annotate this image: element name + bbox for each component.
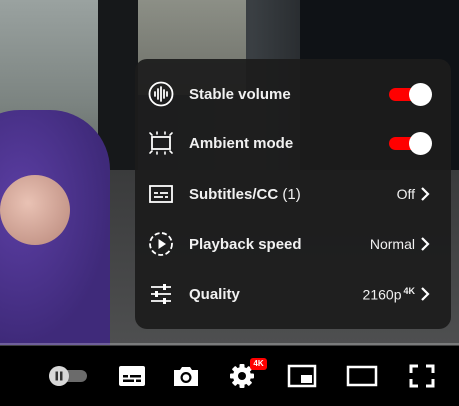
- chevron-right-icon: [417, 286, 433, 302]
- stable-volume-icon: [147, 80, 175, 108]
- menu-item-value: Normal: [369, 236, 415, 252]
- chevron-right-icon: [417, 236, 433, 252]
- subtitles-button[interactable]: [116, 362, 148, 390]
- menu-item-label: Ambient mode: [189, 134, 294, 152]
- menu-item-quality[interactable]: Quality 2160p 4K: [135, 269, 451, 319]
- quality-icon: [147, 280, 175, 308]
- miniplayer-icon[interactable]: [286, 362, 318, 390]
- ambient-mode-toggle[interactable]: [389, 132, 433, 155]
- menu-item-stable-volume[interactable]: Stable volume: [135, 69, 451, 119]
- subtitles-track-count: (1): [282, 185, 301, 203]
- menu-item-ambient-mode[interactable]: Ambient mode: [135, 118, 451, 168]
- autoplay-toggle-icon[interactable]: [44, 362, 90, 390]
- progress-bar[interactable]: [0, 343, 459, 346]
- quality-4k-badge: 4K: [403, 285, 415, 296]
- settings-menu: Stable volume Ambient mode Subtitles/CC …: [135, 59, 451, 329]
- chevron-right-icon: [417, 186, 433, 202]
- menu-item-label: Playback speed: [189, 235, 302, 253]
- fullscreen-icon[interactable]: [406, 362, 438, 390]
- menu-item-label: Subtitles/CC (1): [189, 185, 301, 203]
- stable-volume-toggle[interactable]: [389, 83, 433, 106]
- video-person-hand: [0, 175, 70, 245]
- menu-item-subtitles[interactable]: Subtitles/CC (1) Off: [135, 169, 451, 219]
- playback-speed-icon: [147, 230, 175, 258]
- menu-item-playback-speed[interactable]: Playback speed Normal: [135, 219, 451, 269]
- menu-item-value: 2160p 4K: [362, 285, 415, 303]
- menu-item-label: Stable volume: [189, 85, 291, 103]
- settings-4k-badge: 4K: [250, 358, 267, 370]
- menu-item-value: Off: [396, 186, 415, 202]
- menu-item-label: Quality: [189, 285, 240, 303]
- camera-icon[interactable]: [170, 362, 202, 390]
- ambient-mode-icon: [147, 129, 175, 157]
- player-controls-bar: [0, 350, 459, 406]
- subtitles-icon: [147, 180, 175, 208]
- theater-mode-icon[interactable]: [346, 362, 378, 390]
